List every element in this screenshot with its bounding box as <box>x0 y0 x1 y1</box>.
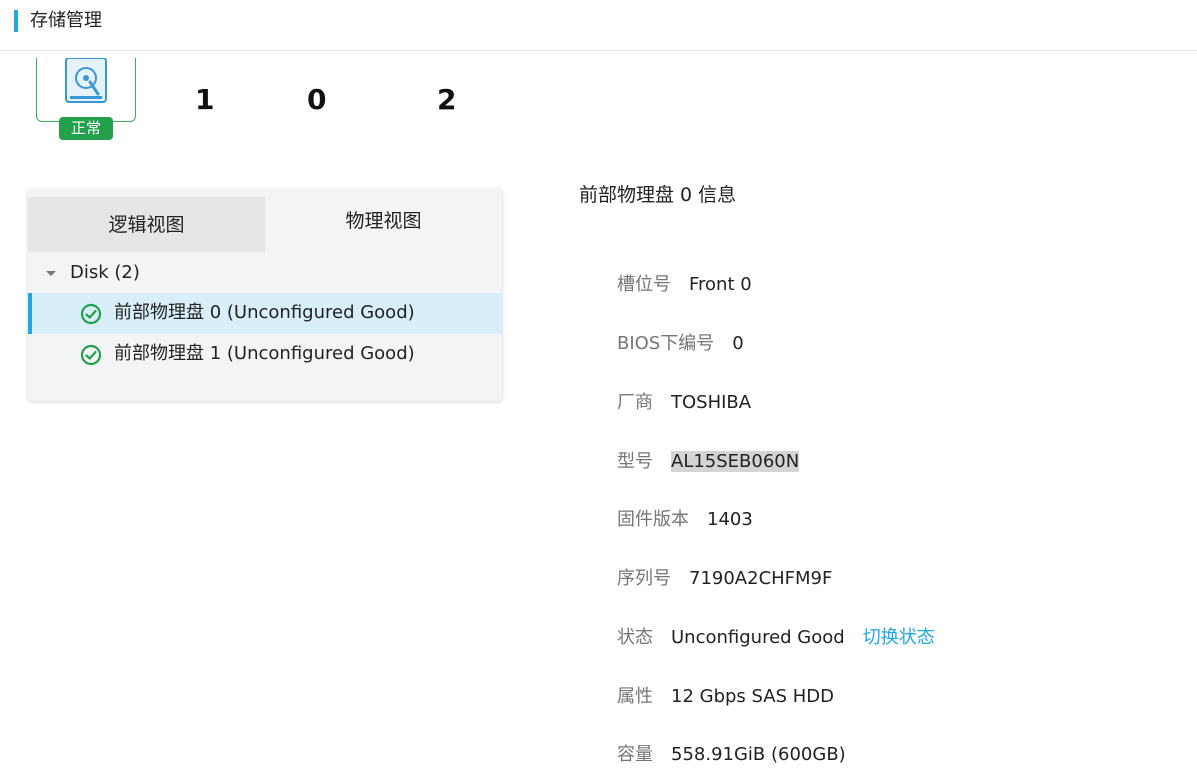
disk-info-title: 前部物理盘 0 信息 <box>579 184 737 206</box>
tree-group-disk[interactable]: Disk (2) <box>28 261 502 285</box>
field-value: Front 0 <box>689 274 752 295</box>
page-header: 存储管理 <box>0 0 1197 51</box>
count-value-3: 2 <box>437 83 457 116</box>
page-title: 存储管理 <box>30 10 102 31</box>
tab-logical-view[interactable]: 逻辑视图 <box>28 197 265 252</box>
field-label: 序列号 <box>617 568 671 589</box>
status-badge: 正常 <box>59 117 113 140</box>
field-value: 1403 <box>707 509 753 530</box>
field-label: 型号 <box>617 451 653 472</box>
selection-indicator <box>28 293 32 334</box>
field-label: 厂商 <box>617 392 653 413</box>
field-label: 固件版本 <box>617 509 689 530</box>
field-value: 0 <box>732 333 744 354</box>
disk-tree-panel: 逻辑视图 物理视图 Disk (2) 前部物理盘 0 (Unconfigured… <box>28 189 502 401</box>
field-state: 状态 Unconfigured Good 切换状态 <box>617 626 935 650</box>
count-value-2: 0 <box>307 83 327 116</box>
tree-item-disk-0[interactable]: 前部物理盘 0 (Unconfigured Good) <box>28 293 502 334</box>
tree-group-label: Disk (2) <box>70 262 140 283</box>
field-vendor: 厂商 TOSHIBA <box>617 391 751 415</box>
field-label: BIOS下编号 <box>617 333 715 354</box>
field-value: AL15SEB060N <box>671 451 800 472</box>
tree-item-label: 前部物理盘 1 (Unconfigured Good) <box>114 343 415 364</box>
field-firmware: 固件版本 1403 <box>617 508 753 532</box>
field-attribute: 属性 12 Gbps SAS HDD <box>617 685 834 709</box>
field-value: TOSHIBA <box>671 392 752 413</box>
check-circle-icon <box>80 303 102 325</box>
field-value: 7190A2CHFM9F <box>689 568 833 589</box>
title-accent-bar <box>14 10 18 32</box>
field-model: 型号 AL15SEB060N <box>617 450 800 474</box>
tab-physical-view[interactable]: 物理视图 <box>265 189 502 252</box>
field-label: 容量 <box>617 744 653 765</box>
hard-disk-icon <box>65 58 107 103</box>
field-capacity: 容量 558.91GiB (600GB) <box>617 743 846 767</box>
field-serial: 序列号 7190A2CHFM9F <box>617 567 832 591</box>
field-value: 12 Gbps SAS HDD <box>671 686 835 707</box>
field-label: 属性 <box>617 686 653 707</box>
tree-item-disk-1[interactable]: 前部物理盘 1 (Unconfigured Good) <box>28 334 502 375</box>
field-bios-index: BIOS下编号 0 <box>617 332 744 356</box>
field-value: Unconfigured Good <box>671 627 845 648</box>
field-slot: 槽位号 Front 0 <box>617 273 752 297</box>
caret-down-icon[interactable] <box>46 271 56 276</box>
field-label: 状态 <box>617 627 653 648</box>
field-value: 558.91GiB (600GB) <box>671 744 846 765</box>
count-value-1: 1 <box>195 83 215 116</box>
field-label: 槽位号 <box>617 274 671 295</box>
check-circle-icon <box>80 344 102 366</box>
tree-item-label: 前部物理盘 0 (Unconfigured Good) <box>114 302 415 323</box>
switch-state-link[interactable]: 切换状态 <box>863 627 935 648</box>
